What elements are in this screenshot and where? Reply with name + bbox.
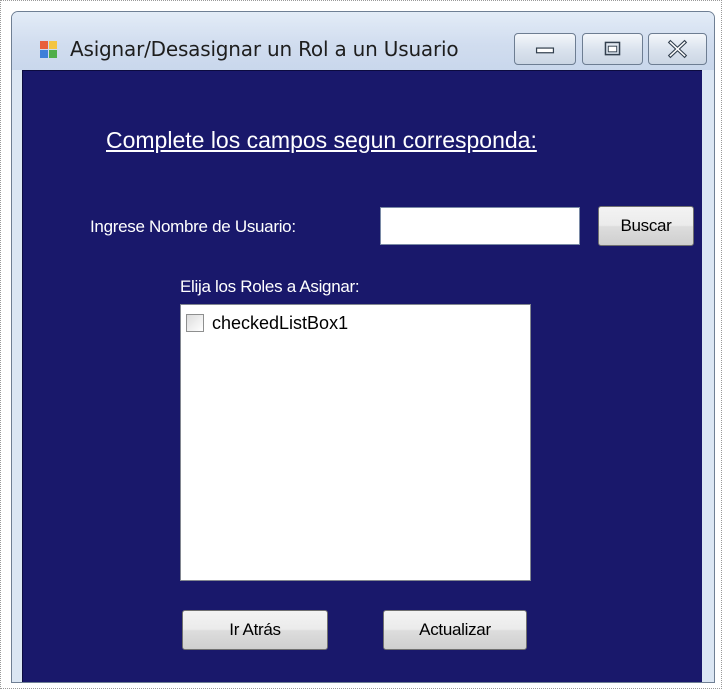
maximize-button[interactable] [582,33,643,65]
form-heading: Complete los campos segun corresponda: [106,127,537,153]
close-icon [667,39,688,59]
roles-checked-list[interactable]: checkedListBox1 [180,304,531,581]
form-window: Asignar/Desasignar un Rol a un Usuario C… [11,11,715,683]
search-button[interactable]: Buscar [598,206,694,246]
form-client-area: Complete los campos segun corresponda: I… [22,70,702,682]
maximize-icon [604,41,621,56]
username-label: Ingrese Nombre de Usuario: [90,217,296,236]
title-bar[interactable]: Asignar/Desasignar un Rol a un Usuario [12,12,714,70]
list-item[interactable]: checkedListBox1 [186,311,348,335]
list-item-label: checkedListBox1 [212,312,349,333]
winforms-app-icon [40,41,58,59]
minimize-button[interactable] [514,33,576,65]
role-checkbox[interactable] [186,314,204,332]
minimize-icon [535,47,555,54]
update-button[interactable]: Actualizar [383,610,527,650]
username-input[interactable] [380,207,580,245]
back-button[interactable]: Ir Atrás [182,610,328,650]
design-surface: Asignar/Desasignar un Rol a un Usuario C… [0,0,722,689]
close-button[interactable] [648,33,707,65]
window-title: Asignar/Desasignar un Rol a un Usuario [70,37,459,61]
roles-label: Elija los Roles a Asignar: [180,277,360,296]
